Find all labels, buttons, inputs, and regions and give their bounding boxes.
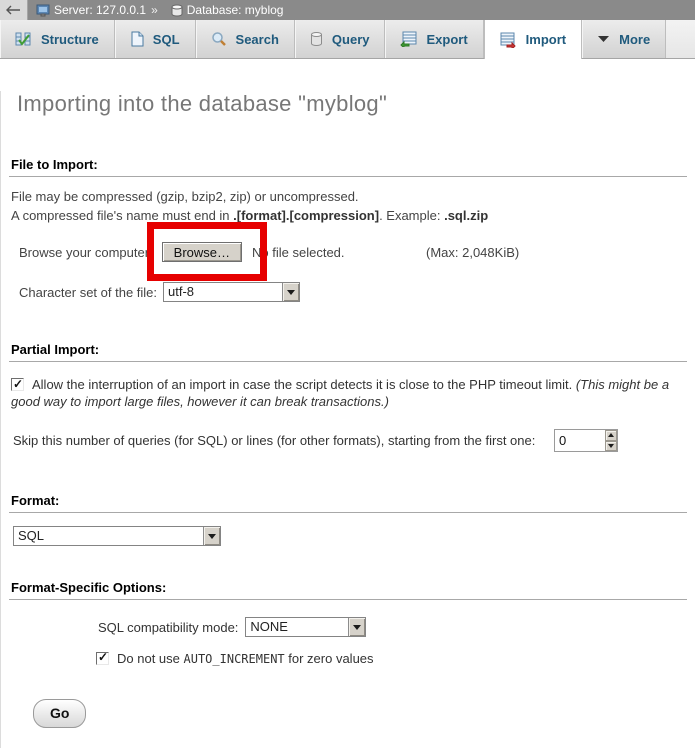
spinner-buttons [605, 430, 617, 451]
export-icon [400, 31, 417, 47]
format-row: SQL [13, 526, 687, 546]
browse-label: Browse your computer: [19, 245, 153, 260]
section-heading-file-to-import: File to Import: [9, 157, 687, 177]
autoincrement-text-prefix: Do not use [117, 651, 184, 666]
server-icon [36, 4, 50, 17]
autoincrement-row: Do not use AUTO_INCREMENT for zero value… [9, 651, 687, 666]
import-content: Importing into the database "myblog" Fil… [0, 91, 695, 748]
submit-row: Go [33, 699, 687, 728]
tab-label: Search [236, 32, 279, 47]
tab-label: Export [426, 32, 467, 47]
section-heading-partial-import: Partial Import: [9, 342, 687, 362]
breadcrumb-separator: » [151, 3, 158, 17]
go-button[interactable]: Go [33, 699, 86, 728]
sql-compat-selected-value: NONE [246, 618, 348, 636]
breadcrumb-server[interactable]: Server: 127.0.0.1 [54, 3, 146, 17]
tab-structure[interactable]: Structure [0, 20, 115, 58]
max-upload-size-text: (Max: 2,048KiB) [426, 245, 519, 260]
tab-bar: Structure SQL Search Query Export [0, 20, 695, 59]
charset-label: Character set of the file: [19, 285, 157, 300]
chevron-down-icon[interactable] [282, 283, 299, 301]
text-segment: . Example: [379, 208, 444, 223]
breadcrumb-database[interactable]: Database: myblog [187, 3, 284, 17]
format-pattern-text: .[format].[compression] [233, 208, 379, 223]
tab-search[interactable]: Search [196, 20, 295, 58]
tab-label: Query [332, 32, 370, 47]
chevron-down-icon [597, 35, 610, 43]
breadcrumb-bar: Server: 127.0.0.1 » Database: myblog [0, 0, 695, 20]
tab-label: More [619, 32, 650, 47]
section-heading-format-specific: Format-Specific Options: [9, 580, 687, 600]
tab-label: Structure [41, 32, 99, 47]
section-heading-format: Format: [9, 493, 687, 513]
spinner-down-icon[interactable] [605, 441, 617, 452]
search-icon [211, 31, 227, 47]
sql-compat-row: SQL compatibility mode: NONE [9, 617, 687, 637]
structure-icon [15, 31, 32, 47]
tab-sql[interactable]: SQL [115, 20, 196, 58]
allow-interrupt-checkbox[interactable] [11, 378, 24, 391]
autoincrement-text-suffix: for zero values [285, 651, 374, 666]
allow-interrupt-row: Allow the interruption of an import in c… [11, 376, 687, 410]
file-upload-row: Browse your computer: Browse… No file se… [19, 241, 687, 263]
chevron-down-icon[interactable] [203, 527, 220, 545]
charset-selected-value: utf-8 [164, 283, 282, 301]
skip-queries-label: Skip this number of queries (for SQL) or… [13, 433, 535, 448]
text-segment: A compressed file's name must end in [11, 208, 233, 223]
charset-select[interactable]: utf-8 [163, 282, 300, 302]
section-format-specific-options: Format-Specific Options: SQL compatibili… [9, 580, 687, 666]
sql-compat-label: SQL compatibility mode: [98, 620, 238, 635]
query-icon [310, 31, 323, 47]
database-icon [171, 4, 183, 17]
import-icon [500, 32, 517, 48]
tab-export[interactable]: Export [385, 20, 483, 58]
tab-query[interactable]: Query [295, 20, 386, 58]
skip-queries-row: Skip this number of queries (for SQL) or… [13, 429, 687, 453]
section-format: Format: SQL [9, 493, 687, 546]
tab-bar-filler [666, 20, 695, 58]
sql-icon [130, 31, 144, 47]
spinner-up-icon[interactable] [605, 430, 617, 441]
charset-row: Character set of the file: utf-8 [19, 282, 687, 302]
phpmyadmin-import-page: Server: 127.0.0.1 » Database: myblog Str… [0, 0, 695, 716]
example-extension-text: .sql.zip [444, 208, 488, 223]
allow-interrupt-text: Allow the interruption of an import in c… [32, 377, 576, 392]
format-select[interactable]: SQL [13, 526, 221, 546]
highlight-rectangle [147, 222, 267, 281]
compression-note-line2: A compressed file's name must end in .[f… [11, 208, 687, 224]
section-file-to-import: File to Import: File may be compressed (… [9, 157, 687, 302]
page-title: Importing into the database "myblog" [17, 91, 687, 117]
back-button[interactable] [0, 0, 28, 20]
tab-import[interactable]: Import [484, 20, 582, 59]
chevron-down-icon[interactable] [348, 618, 365, 636]
autoincrement-keyword: AUTO_INCREMENT [184, 652, 285, 666]
skip-queries-input[interactable] [555, 430, 605, 451]
format-selected-value: SQL [14, 527, 203, 545]
left-arrow-icon [6, 3, 21, 18]
sql-compat-select[interactable]: NONE [245, 617, 366, 637]
tab-more[interactable]: More [582, 20, 666, 58]
compression-note-line1: File may be compressed (gzip, bzip2, zip… [11, 189, 687, 205]
section-partial-import: Partial Import: Allow the interruption o… [9, 342, 687, 453]
skip-queries-spinner[interactable] [554, 429, 618, 452]
tab-label: Import [526, 32, 566, 47]
tab-label: SQL [153, 32, 180, 47]
autoincrement-checkbox[interactable] [96, 652, 109, 665]
